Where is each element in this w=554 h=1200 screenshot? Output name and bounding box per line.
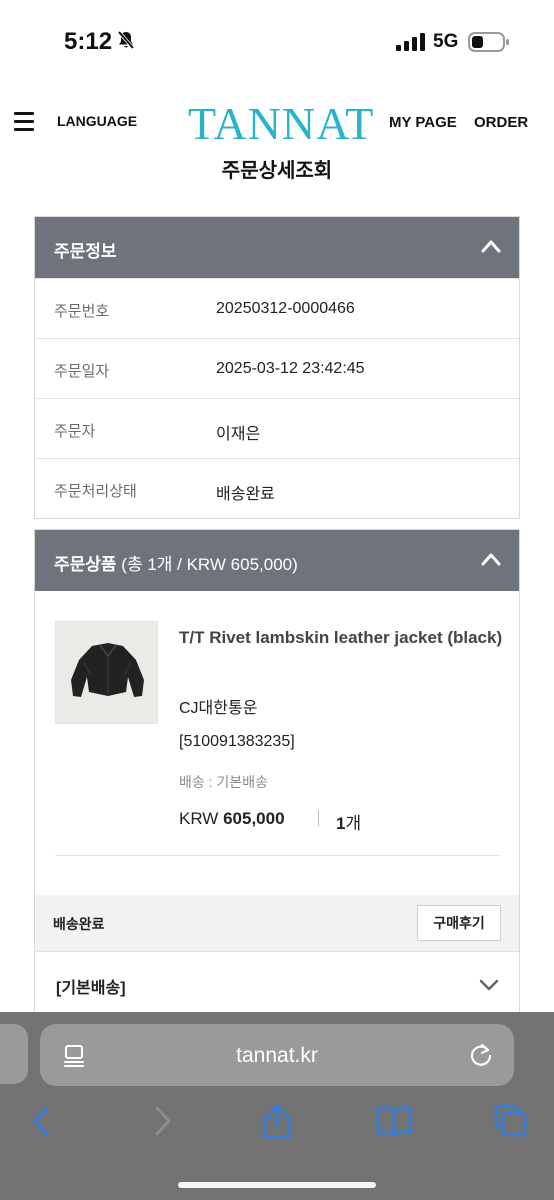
forward-icon[interactable]: [150, 1104, 174, 1143]
site-header: LANGUAGE TANNAT MY PAGE ORDER 주문상세조회: [0, 90, 554, 190]
bookmarks-icon[interactable]: [376, 1104, 412, 1143]
order-date-label: 주문일자: [54, 363, 110, 380]
chevron-up-icon[interactable]: [481, 552, 501, 571]
order-info-panel: 주문정보 주문번호 20250312-0000466 주문일자 2025-03-…: [34, 216, 520, 519]
share-icon[interactable]: [260, 1104, 294, 1145]
order-items-panel: 주문상품 (총 1개 / KRW 605,000) T/T Rivet lamb…: [34, 529, 520, 1029]
page-title: 주문상세조회: [221, 160, 333, 182]
previous-tab-preview[interactable]: [0, 1024, 28, 1084]
shipping-group-row[interactable]: [기본배송]: [35, 951, 519, 1015]
order-items-title-text: 주문상품: [54, 555, 117, 574]
tracking-number[interactable]: [510091383235]: [179, 733, 295, 751]
status-bar: 5:12 5G: [0, 0, 554, 80]
order-items-title: 주문상품 (총 1개 / KRW 605,000): [54, 550, 298, 575]
chevron-down-icon[interactable]: [479, 978, 499, 996]
price-currency: KRW: [179, 809, 219, 828]
delivery-status: 배송완료: [53, 916, 105, 932]
site-logo[interactable]: TANNAT: [188, 100, 374, 148]
hamburger-menu-icon[interactable]: [14, 112, 34, 136]
home-indicator: [178, 1182, 376, 1188]
price-divider: [318, 810, 319, 826]
url-text[interactable]: tannat.kr: [40, 1044, 514, 1068]
order-date-row: 주문일자 2025-03-12 23:42:45: [35, 338, 519, 398]
orderer-label: 주문자: [54, 423, 96, 440]
chevron-up-icon[interactable]: [481, 239, 501, 258]
divider: [55, 855, 499, 856]
order-items-summary: (총 1개 / KRW 605,000): [121, 555, 298, 574]
product-name[interactable]: T/T Rivet lambskin leather jacket (black…: [179, 624, 509, 652]
orderer-row: 주문자 이재은: [35, 398, 519, 458]
shipping-method: 배송 : 기본배송: [179, 774, 268, 790]
order-number-row: 주문번호 20250312-0000466: [35, 278, 519, 338]
order-info-title: 주문정보: [54, 242, 117, 261]
order-date-value: 2025-03-12 23:42:45: [216, 360, 365, 377]
battery-icon: [468, 32, 510, 57]
order-info-header[interactable]: 주문정보: [35, 217, 519, 278]
order-link[interactable]: ORDER: [474, 114, 528, 131]
my-page-link[interactable]: MY PAGE: [389, 114, 457, 131]
language-link[interactable]: LANGUAGE: [57, 113, 137, 129]
order-status-row: 주문처리상태 배송완료: [35, 458, 519, 518]
status-time: 5:12: [64, 28, 113, 55]
order-status-value: 배송완료: [216, 486, 275, 503]
shipping-group-label: [기본배송]: [56, 980, 126, 997]
carrier-name: CJ대한통운: [179, 700, 258, 717]
reload-icon[interactable]: [468, 1042, 494, 1073]
order-status-label: 주문처리상태: [54, 483, 137, 500]
network-type: 5G: [433, 31, 459, 52]
signal-icon: [396, 33, 426, 56]
price-amount: 605,000: [223, 809, 285, 828]
product-item: T/T Rivet lambskin leather jacket (black…: [35, 591, 519, 895]
tabs-icon[interactable]: [494, 1104, 528, 1143]
address-bar[interactable]: tannat.kr: [40, 1024, 514, 1086]
product-image[interactable]: [55, 621, 158, 724]
order-items-header[interactable]: 주문상품 (총 1개 / KRW 605,000): [35, 530, 519, 591]
order-number-value: 20250312-0000466: [216, 300, 355, 317]
write-review-button[interactable]: 구매후기: [417, 905, 501, 941]
bell-muted-icon: [116, 30, 136, 55]
browser-bottom-bar: tannat.kr: [0, 1012, 554, 1200]
delivery-status-bar: 배송완료 구매후기: [35, 895, 519, 951]
order-number-label: 주문번호: [54, 303, 110, 320]
orderer-value: 이재은: [216, 426, 261, 443]
quantity-unit: 개: [345, 814, 362, 833]
product-quantity: 1개: [336, 809, 361, 834]
product-price: KRW 605,000: [179, 809, 285, 829]
back-icon[interactable]: [30, 1104, 54, 1143]
